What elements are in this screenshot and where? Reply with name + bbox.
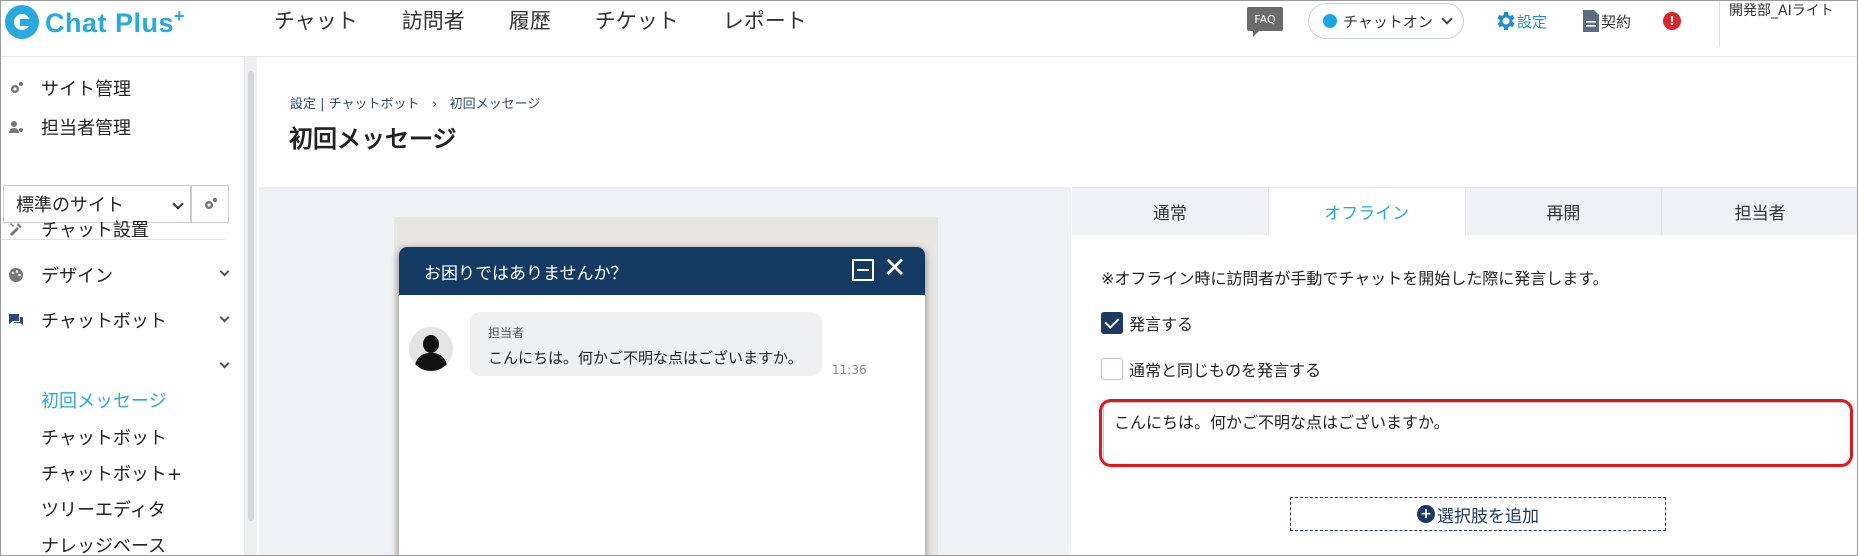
site-settings-button[interactable] (191, 185, 229, 223)
chat-widget-header: お困りではありませんか？ ✕ (399, 247, 925, 295)
contract-link[interactable]: 契約 (1581, 9, 1631, 33)
nav-reports[interactable]: レポート (723, 5, 807, 35)
tab-resume[interactable]: 再開 (1466, 188, 1663, 235)
chat-status-toggle[interactable]: チャットオン (1308, 3, 1464, 39)
breadcrumb-settings[interactable]: 設定 (290, 97, 316, 112)
chat-widget-preview: お困りではありませんか？ ✕ 担当者 こんにちは。何かご不明な点はございますか。… (399, 247, 925, 555)
chevron-down-icon (172, 198, 184, 210)
minimize-icon[interactable] (852, 259, 874, 281)
plus-circle-icon: + (1417, 505, 1435, 523)
sidebar-subitem-chatbot-plus[interactable]: チャットボット+ (41, 460, 182, 486)
faq-icon[interactable]: FAQ (1247, 7, 1283, 37)
user-menu[interactable]: 開発部_AIライト (1719, 1, 1857, 47)
sidebar-scrollbar-thumb[interactable] (248, 71, 254, 521)
avatar-head (423, 335, 439, 353)
sidebar-subitem-tree-editor[interactable]: ツリーエディタ (41, 496, 166, 522)
message-sender: 担当者 (488, 326, 525, 340)
sidebar-subitem-chatbot[interactable]: チャットボット (41, 424, 167, 450)
close-icon[interactable]: ✕ (883, 253, 906, 283)
add-choice-button[interactable]: + 選択肢を追加 (1290, 497, 1666, 531)
status-dot-icon (1323, 14, 1337, 28)
tab-offline[interactable]: オフライン (1268, 188, 1466, 235)
sidebar-item-label: デザイン (41, 266, 113, 287)
chat-bubble-icon (7, 311, 25, 329)
sidebar-item-site-admin[interactable]: サイト管理 (1, 73, 131, 103)
page-title: 初回メッセージ (289, 125, 457, 153)
message-textarea[interactable]: こんにちは。何かご不明な点はございますか。 (1103, 402, 1851, 466)
user-gear-icon (7, 118, 25, 136)
speak-checkbox-row[interactable]: 発言する (1101, 311, 1193, 335)
chevron-down-icon (219, 358, 230, 369)
message-time: 11:36 (832, 363, 867, 377)
gears-icon (205, 197, 218, 209)
same-as-normal-checkbox-row[interactable]: 通常と同じものを発言する (1101, 357, 1321, 381)
contract-label: 契約 (1601, 12, 1632, 31)
chat-widget-title: お困りではありませんか？ (424, 263, 628, 284)
top-bar: Chat Plus+ チャット 訪問者 履歴 チケット レポート FAQ チャッ… (1, 1, 1857, 57)
chat-status-label: チャットオン (1343, 12, 1433, 31)
palette-icon (7, 266, 25, 284)
breadcrumb: 設定 | チャットボット › 初回メッセージ (290, 93, 540, 112)
add-choice-label: 選択肢を追加 (1437, 506, 1539, 527)
sidebar-item-chatbot[interactable]: チャットボット (1, 305, 167, 335)
speak-checkbox[interactable] (1101, 312, 1123, 334)
breadcrumb-separator: › (431, 97, 438, 112)
sidebar-item-design[interactable]: デザイン (1, 260, 113, 290)
logo-text: Chat Plus+ (45, 5, 186, 38)
operator-avatar (409, 327, 453, 371)
same-as-normal-checkbox[interactable] (1101, 358, 1123, 380)
same-as-normal-label: 通常と同じものを発言する (1129, 361, 1322, 380)
main-nav: チャット 訪問者 履歴 チケット レポート (274, 1, 851, 39)
alert-icon[interactable]: ! (1663, 12, 1681, 30)
gears-icon (7, 79, 25, 97)
tab-normal[interactable]: 通常 (1072, 188, 1269, 235)
sidebar-item-label: チャットボット (41, 311, 167, 332)
breadcrumb-chatbot[interactable]: チャットボット (329, 97, 420, 112)
message-tabs: 通常 オフライン 再開 担当者 (1072, 187, 1857, 235)
sidebar-item-label: 担当者管理 (41, 118, 131, 139)
breadcrumb-first-message: 初回メッセージ (449, 97, 541, 112)
tools-icon (7, 220, 25, 238)
speak-checkbox-label: 発言する (1129, 315, 1194, 334)
nav-visitors[interactable]: 訪問者 (402, 5, 465, 35)
nav-chat[interactable]: チャット (274, 5, 358, 35)
offline-note: ※オフライン時に訪問者が手動でチャットを開始した際に発言します。 (1101, 269, 1609, 288)
sidebar-item-chat-setup[interactable]: チャット設置 (1, 214, 149, 244)
sidebar-subitem-first-message[interactable]: 初回メッセージ (41, 387, 167, 413)
chat-message-bubble: 担当者 こんにちは。何かご不明な点はございますか。 (470, 312, 822, 376)
gear-icon (1497, 12, 1515, 30)
document-icon (1583, 10, 1599, 32)
sidebar-item-label: サイト管理 (41, 79, 131, 100)
nav-history[interactable]: 履歴 (509, 5, 551, 35)
sidebar-item-label: チャット設置 (41, 220, 149, 241)
sidebar: サイト管理 担当者管理 標準のサイト チャット設置 デザイン チャットボット 初… (1, 57, 245, 555)
chat-plus-logo[interactable]: Chat Plus+ (5, 3, 185, 41)
nav-tickets[interactable]: チケット (595, 5, 679, 35)
app-frame: Chat Plus+ チャット 訪問者 履歴 チケット レポート FAQ チャッ… (0, 0, 1858, 556)
chat-plus-logo-icon (5, 5, 39, 39)
breadcrumb-separator: | (320, 97, 325, 112)
avatar-body (415, 353, 447, 371)
message-text: こんにちは。何かご不明な点はございますか。 (488, 349, 803, 367)
sidebar-subitem-knowledge-base[interactable]: ナレッジベース (41, 532, 166, 555)
sidebar-item-staff-admin[interactable]: 担当者管理 (1, 112, 131, 142)
chevron-down-icon (219, 312, 230, 323)
chevron-down-icon (1441, 13, 1453, 25)
settings-label: 設定 (1517, 12, 1548, 31)
chevron-down-icon (219, 266, 230, 277)
settings-link[interactable]: 設定 (1493, 9, 1547, 33)
tab-staff[interactable]: 担当者 (1662, 188, 1857, 235)
